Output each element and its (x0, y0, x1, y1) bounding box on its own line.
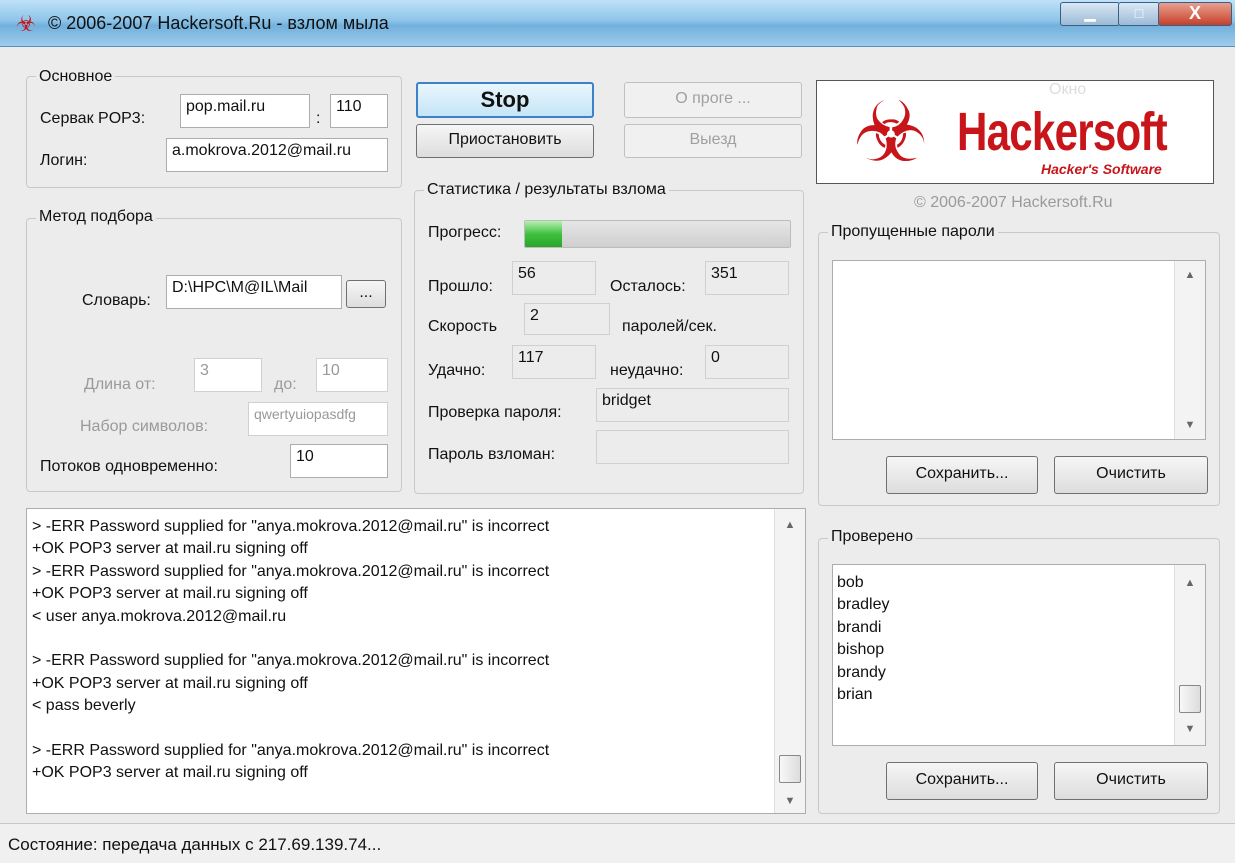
checked-scroll-thumb[interactable] (1179, 685, 1201, 713)
checked-clear-button[interactable]: Очистить (1054, 762, 1208, 800)
hidden-window-label: Окно (1049, 81, 1087, 98)
length-to-input[interactable]: 10 (316, 358, 388, 392)
log-line: +OK POP3 server at mail.ru signing off (32, 585, 308, 603)
checked-list[interactable]: bob bradley brandi bishop brandy brian ▲ ▼ (832, 564, 1206, 746)
stop-button[interactable]: Stop (416, 82, 594, 118)
log-output[interactable]: > -ERR Password supplied for "anya.mokro… (26, 508, 806, 814)
threads-input[interactable]: 10 (290, 444, 388, 478)
progress-label: Прогресс: (428, 224, 502, 241)
length-from-label: Длина от: (84, 376, 156, 393)
elapsed-value: 56 (512, 261, 596, 295)
threads-label: Потоков одновременно: (40, 458, 218, 475)
hackersoft-logo: Окно ☣ Hackersoft Hacker's Software (816, 80, 1214, 184)
checked-save-button[interactable]: Сохранить... (886, 762, 1038, 800)
checked-password-item[interactable]: bishop (837, 639, 889, 661)
log-line: > -ERR Password supplied for "anya.mokro… (32, 562, 550, 580)
server-input[interactable]: pop.mail.ru (180, 94, 310, 128)
status-text: Состояние: передача данных с 217.69.139.… (8, 835, 382, 854)
exit-button[interactable]: Выезд (624, 124, 802, 158)
length-to-label: до: (274, 376, 297, 393)
biohazard-logo-icon: ☣ (853, 85, 929, 179)
maximize-button[interactable]: □ (1118, 2, 1160, 26)
elapsed-label: Прошло: (428, 278, 493, 295)
checked-items: bob bradley brandi bishop brandy brian (837, 572, 889, 706)
progress-bar (524, 220, 791, 248)
charset-input[interactable]: qwertyuiopasdfg (248, 402, 388, 436)
log-scroll-thumb[interactable] (779, 755, 801, 783)
charset-label: Набор символов: (80, 418, 209, 435)
checked-password-item[interactable]: brandi (837, 617, 889, 639)
log-line: < pass beverly (32, 697, 136, 715)
checked-password-item[interactable]: brandy (837, 662, 889, 684)
success-value: 117 (512, 345, 596, 379)
checked-password-item[interactable]: bob (837, 572, 889, 594)
login-input[interactable]: a.mokrova.2012@mail.ru (166, 138, 388, 172)
log-line: > -ERR Password supplied for "anya.mokro… (32, 652, 550, 670)
dictionary-input[interactable]: D:\HPC\M@IL\Mail (166, 275, 342, 309)
checked-scrollbar[interactable]: ▲ ▼ (1174, 565, 1205, 745)
log-line: +OK POP3 server at mail.ru signing off (32, 540, 308, 558)
log-line: +OK POP3 server at mail.ru signing off (32, 764, 308, 782)
close-button[interactable]: X (1158, 2, 1232, 26)
status-bar: Состояние: передача данных с 217.69.139.… (0, 823, 1235, 863)
log-line: > -ERR Password supplied for "anya.mokro… (32, 741, 550, 759)
pause-button[interactable]: Приостановить (416, 124, 594, 158)
window-title: © 2006-2007 Hackersoft.Ru - взлом мыла (48, 13, 389, 33)
checking-value: bridget (596, 388, 789, 422)
server-label: Сервак POP3: (40, 110, 146, 127)
dictionary-label: Словарь: (82, 292, 151, 309)
skipped-scrollbar[interactable]: ▲ ▼ (1174, 261, 1205, 439)
scroll-down-icon[interactable]: ▼ (1175, 723, 1205, 735)
title-bar[interactable]: ☣ © 2006-2007 Hackersoft.Ru - взлом мыла… (0, 0, 1235, 47)
logo-text: Hackersoft (957, 102, 1168, 162)
fail-label: неудачно: (610, 362, 684, 379)
log-line: > -ERR Password supplied for "anya.mokro… (32, 518, 550, 535)
speed-label: Скорость (428, 318, 498, 335)
login-label: Логин: (40, 152, 88, 169)
skipped-label: Пропущенные пароли (828, 223, 998, 241)
remaining-value: 351 (705, 261, 789, 295)
port-separator: : (316, 110, 321, 127)
scroll-up-icon[interactable]: ▲ (775, 519, 805, 531)
checked-password-item[interactable]: brian (837, 684, 889, 706)
about-button[interactable]: О проге ... (624, 82, 802, 118)
fail-value: 0 (705, 345, 789, 379)
logo-caption: © 2006-2007 Hackersoft.Ru (914, 194, 1113, 211)
progress-fill (525, 221, 563, 247)
method-label: Метод подбора (36, 208, 156, 226)
checked-password-item[interactable]: bradley (837, 594, 889, 616)
browse-button[interactable]: ... (346, 280, 386, 308)
scroll-up-icon[interactable]: ▲ (1175, 577, 1205, 589)
scroll-up-icon[interactable]: ▲ (1175, 269, 1205, 281)
remaining-label: Осталось: (610, 278, 686, 295)
skipped-clear-button[interactable]: Очистить (1054, 456, 1208, 494)
speed-unit: паролей/сек. (622, 318, 717, 335)
skipped-list[interactable]: ▲ ▼ (832, 260, 1206, 440)
checking-label: Проверка пароля: (428, 404, 562, 421)
app-window: ☣ © 2006-2007 Hackersoft.Ru - взлом мыла… (0, 0, 1235, 863)
logo-subtitle: Hacker's Software (1041, 161, 1162, 177)
log-line: +OK POP3 server at mail.ru signing off (32, 674, 308, 692)
scroll-down-icon[interactable]: ▼ (1175, 419, 1205, 431)
stats-label: Статистика / результаты взлома (424, 181, 669, 199)
log-lines: > -ERR Password supplied for "anya.mokro… (32, 516, 549, 785)
length-from-input[interactable]: 3 (194, 358, 262, 392)
port-input[interactable]: 110 (330, 94, 388, 128)
success-label: Удачно: (428, 362, 486, 379)
scroll-down-icon[interactable]: ▼ (775, 795, 805, 807)
skipped-save-button[interactable]: Сохранить... (886, 456, 1038, 494)
biohazard-icon: ☣ (16, 11, 36, 36)
checked-label: Проверено (828, 528, 917, 546)
log-scrollbar[interactable]: ▲ ▼ (774, 509, 805, 813)
speed-value: 2 (524, 303, 610, 335)
minimize-button[interactable]: ▁ (1060, 2, 1120, 26)
cracked-value (596, 430, 789, 464)
log-line: < user anya.mokrova.2012@mail.ru (32, 607, 287, 625)
main-settings-label: Основное (36, 68, 116, 86)
cracked-label: Пароль взломан: (428, 446, 556, 463)
